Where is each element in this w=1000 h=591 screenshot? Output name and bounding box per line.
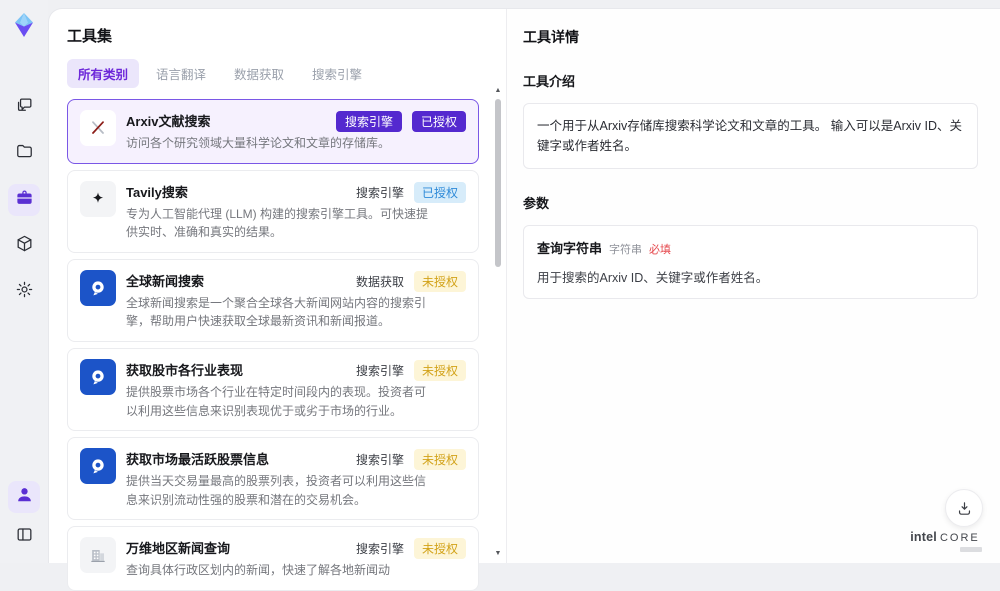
tab-search[interactable]: 搜索引擎 xyxy=(301,59,373,88)
param-required-flag: 必填 xyxy=(649,244,672,256)
param-desc: 用于搜索的Arxiv ID、关键字或作者姓名。 xyxy=(537,271,769,285)
folder-icon xyxy=(15,142,34,166)
cube-icon xyxy=(15,234,34,258)
sidebar-item-settings[interactable] xyxy=(8,276,40,308)
intro-text: 一个用于从Arxiv存储库搜索科学论文和文章的工具。 输入可以是Arxiv ID… xyxy=(537,119,963,153)
tool-desc: 查询具体行政区划内的新闻，快速了解各地新闻动 xyxy=(126,563,391,578)
param-box: 查询字符串 字符串 必填 用于搜索的Arxiv ID、关键字或作者姓名。 xyxy=(523,225,978,299)
app-logo-icon[interactable] xyxy=(9,10,39,40)
tool-detail-panel: 工具详情 工具介绍 一个用于从Arxiv存储库搜索科学论文和文章的工具。 输入可… xyxy=(506,9,1000,563)
brand-core: CORE xyxy=(939,532,980,544)
brand-intel: intel xyxy=(910,530,937,544)
sidebar-item-tools[interactable] xyxy=(8,184,40,216)
person-icon xyxy=(15,485,34,509)
chat-icon xyxy=(15,96,34,120)
scrollbar-down-icon[interactable]: ▼ xyxy=(493,550,503,558)
intel-core-logo: intel CORE xyxy=(902,528,988,552)
tool-meta: 搜索引擎 未授权 xyxy=(355,538,466,560)
param-type: 字符串 xyxy=(609,244,643,256)
tool-card[interactable]: Tavily搜索 专为人工智能代理 (LLM) 构建的搜索引擎工具。可快速提供实… xyxy=(67,169,479,253)
tool-category: 搜索引擎 xyxy=(355,542,404,557)
tool-category: 搜索引擎 xyxy=(335,111,402,132)
tool-desc: 访问各个研究领域大量科学论文和文章的存储库。 xyxy=(126,136,391,150)
page-title: 工具集 xyxy=(67,28,113,45)
params-heading: 参数 xyxy=(523,196,550,211)
news-logo-icon xyxy=(80,269,116,306)
tool-status-badge: 未授权 xyxy=(413,538,466,560)
tab-data[interactable]: 数据获取 xyxy=(223,59,295,88)
tool-category: 搜索引擎 xyxy=(355,363,404,378)
tool-meta: 搜索引擎 已授权 xyxy=(335,111,466,132)
sidebar-item-chat[interactable] xyxy=(8,92,40,124)
scrollbar-thumb[interactable] xyxy=(495,99,501,267)
tool-list: Arxiv文献搜索 访问各个研究领域大量科学论文和文章的存储库。 搜索引擎 已授… xyxy=(67,99,479,591)
sidebar-bottom-nav xyxy=(8,481,40,553)
news-logo-icon xyxy=(80,358,116,395)
tool-meta: 搜索引擎 未授权 xyxy=(355,359,466,381)
intro-heading: 工具介绍 xyxy=(523,74,576,89)
tool-desc: 专为人工智能代理 (LLM) 构建的搜索引擎工具。可快速提供实时、准确和真实的结… xyxy=(126,206,429,240)
tab-all[interactable]: 所有类别 xyxy=(67,59,140,88)
sidebar-item-plugins[interactable] xyxy=(8,230,40,262)
tool-card[interactable]: 万维地区新闻查询 查询具体行政区划内的新闻，快速了解各地新闻动 搜索引擎 未授权 xyxy=(67,526,479,591)
category-tabs: 所有类别 语言翻译 数据获取 搜索引擎 xyxy=(67,59,482,88)
download-button[interactable] xyxy=(945,489,983,527)
main-content: 工具集 所有类别 语言翻译 数据获取 搜索引擎 Arxiv文献搜索 访问各个研究领域大… xyxy=(48,8,1000,591)
tool-meta: 搜索引擎 未授权 xyxy=(355,449,466,471)
tool-category: 搜索引擎 xyxy=(355,185,404,200)
tool-status-badge: 已授权 xyxy=(413,181,466,203)
sidebar-item-files[interactable] xyxy=(8,138,40,170)
brand-underline xyxy=(960,547,982,552)
tool-desc: 提供股票市场各个行业在特定时间段内的表现。投资者可以利用这些信息来识别表现优于或… xyxy=(126,384,427,418)
news-logo-icon xyxy=(80,448,116,485)
tool-desc: 全球新闻搜索是一个聚合全球各大新闻网站内容的搜索引擎，帮助用户快速获取全球最新资… xyxy=(126,295,427,329)
tool-card[interactable]: 获取市场最活跃股票信息 提供当天交易量最高的股票列表，投资者可以利用这些信息来识… xyxy=(67,437,479,521)
sparkle-icon xyxy=(80,180,116,217)
tool-status-badge: 未授权 xyxy=(413,359,466,381)
briefcase-icon xyxy=(15,188,34,212)
param-header: 查询字符串 字符串 必填 xyxy=(537,238,964,258)
scrollbar[interactable]: ▲ ▼ xyxy=(493,87,503,558)
tool-status-badge: 已授权 xyxy=(411,111,466,132)
tool-desc: 提供当天交易量最高的股票列表，投资者可以利用这些信息来识别流动性强的股票和潜在的… xyxy=(126,474,427,507)
scrollbar-up-icon[interactable]: ▲ xyxy=(493,87,503,95)
tab-translate[interactable]: 语言翻译 xyxy=(145,59,217,88)
arxiv-logo-icon xyxy=(80,110,116,146)
building-icon xyxy=(80,537,116,574)
gear-icon xyxy=(15,280,34,304)
left-sidebar xyxy=(0,0,48,563)
detail-title: 工具详情 xyxy=(523,29,579,45)
tool-meta: 数据获取 未授权 xyxy=(355,270,466,292)
tool-card[interactable]: Arxiv文献搜索 访问各个研究领域大量科学论文和文章的存储库。 搜索引擎 已授… xyxy=(67,99,479,164)
tool-category: 搜索引擎 xyxy=(355,453,404,468)
tool-card[interactable]: 获取股市各行业表现 提供股票市场各个行业在特定时间段内的表现。投资者可以利用这些… xyxy=(67,347,479,432)
sidebar-item-profile[interactable] xyxy=(8,481,40,513)
tool-list-panel: 工具集 所有类别 语言翻译 数据获取 搜索引擎 Arxiv文献搜索 访问各个研究领域大… xyxy=(49,9,506,591)
sidebar-item-panel[interactable] xyxy=(8,521,40,553)
tool-status-badge: 未授权 xyxy=(413,449,466,471)
param-name: 查询字符串 xyxy=(537,241,603,256)
tool-meta: 搜索引擎 已授权 xyxy=(355,181,466,203)
tool-status-badge: 未授权 xyxy=(413,270,466,292)
download-icon xyxy=(958,501,970,515)
intro-box: 一个用于从Arxiv存储库搜索科学论文和文章的工具。 输入可以是Arxiv ID… xyxy=(523,103,978,169)
tool-card[interactable]: 全球新闻搜索 全球新闻搜索是一个聚合全球各大新闻网站内容的搜索引擎，帮助用户快速… xyxy=(67,258,479,342)
sidebar-nav xyxy=(8,92,40,308)
tool-category: 数据获取 xyxy=(355,274,404,289)
panel-icon xyxy=(15,525,34,549)
